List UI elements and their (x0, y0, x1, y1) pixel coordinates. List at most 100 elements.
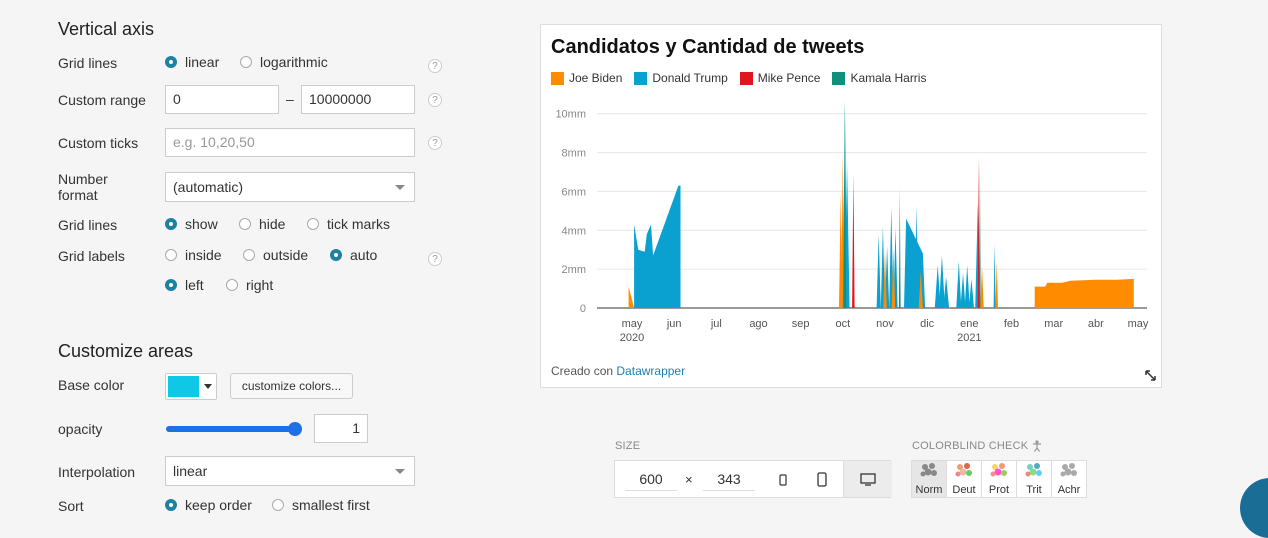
area-mike-pence (852, 173, 855, 308)
slider-track (166, 426, 296, 432)
radio-icon (165, 249, 177, 261)
x-tick-label: dic (920, 318, 935, 330)
sort-keep-order-radio[interactable]: keep order (165, 497, 252, 513)
colorblind-trit-button[interactable]: Trit (1017, 461, 1052, 497)
area-joe-biden (1034, 278, 1134, 308)
chevron-down-icon (395, 185, 405, 190)
radio-icon (272, 499, 284, 511)
area-donald-trump (964, 265, 970, 308)
help-icon[interactable]: ? (428, 252, 442, 266)
datawrapper-link[interactable]: Datawrapper (616, 364, 685, 378)
sort-label: Sort (58, 498, 84, 514)
radio-icon (240, 56, 252, 68)
x-tick-label: jun (666, 318, 682, 330)
grid-lines-display-label: Grid lines (58, 217, 118, 233)
y-tick-label: 4mm (562, 225, 586, 237)
colorblind-check-title: COLORBLIND CHECK (912, 440, 1042, 452)
colorblind-prot-button[interactable]: Prot (982, 461, 1017, 497)
custom-range-label: Custom range (58, 92, 146, 108)
x-tick-label: abr (1088, 318, 1104, 330)
opacity-slider[interactable] (166, 422, 302, 436)
grid-labels-left-radio[interactable]: left (165, 277, 204, 293)
x-tick-label: may (1128, 318, 1149, 330)
grid-lines-label: Grid lines (58, 55, 118, 71)
phone-small-icon[interactable] (779, 474, 787, 486)
desktop-icon (860, 473, 876, 486)
chart-preview: Candidatos y Cantidad de tweets Joe Bide… (540, 24, 1162, 388)
opacity-input[interactable]: 1 (314, 414, 368, 443)
custom-ticks-input[interactable]: e.g. 10,20,50 (165, 128, 415, 157)
radio-icon (226, 279, 238, 291)
opacity-label: opacity (58, 421, 103, 437)
radio-icon (307, 218, 319, 230)
area-joe-biden (980, 265, 984, 308)
area-donald-trump (968, 278, 974, 308)
grid-labels-outside-radio[interactable]: outside (243, 247, 308, 263)
radio-icon (239, 218, 251, 230)
x-tick-label: feb (1004, 318, 1019, 330)
area-donald-trump (943, 276, 950, 308)
x-tick-label: sep (792, 318, 810, 330)
size-title: SIZE (615, 440, 641, 452)
area-joe-biden (995, 261, 998, 308)
range-min-input[interactable]: 0 (165, 85, 279, 114)
radio-selected-icon (165, 56, 177, 68)
x-tick-label: ago (749, 318, 767, 330)
area-donald-trump (993, 243, 996, 308)
grid-lines-tickmarks-radio[interactable]: tick marks (307, 216, 390, 232)
colorblind-norm-button[interactable]: Norm (912, 461, 947, 497)
area-chart: 0 2mm 4mm 6mm 8mm 10mm may jun jul ago sep oct nov di… (555, 100, 1149, 344)
area-kamala-harris (898, 187, 901, 308)
grid-labels-right-radio[interactable]: right (226, 277, 273, 293)
radio-selected-icon (165, 218, 177, 230)
grid-lines-hide-radio[interactable]: hide (239, 216, 285, 232)
y-tick-label: 0 (580, 303, 586, 315)
slider-handle[interactable] (288, 422, 302, 436)
grid-lines-linear-radio[interactable]: linear (165, 54, 219, 70)
number-format-select[interactable]: (automatic) (165, 172, 415, 202)
y-tick-label: 10mm (555, 109, 586, 121)
help-chat-button[interactable] (1240, 478, 1268, 538)
height-input[interactable]: 343 (703, 471, 755, 491)
radio-selected-icon (165, 499, 177, 511)
help-icon[interactable]: ? (428, 59, 442, 73)
grid-labels-auto-radio[interactable]: auto (330, 247, 377, 263)
x-year-label: 2021 (957, 332, 981, 344)
base-color-picker[interactable] (165, 373, 217, 400)
width-input[interactable]: 600 (625, 471, 677, 491)
interpolation-select[interactable]: linear (165, 456, 415, 486)
sort-smallest-first-radio[interactable]: smallest first (272, 497, 370, 513)
times-sign: × (685, 472, 693, 487)
help-icon[interactable]: ? (428, 136, 442, 150)
number-format-label: Number format (58, 171, 108, 203)
grid-lines-show-radio[interactable]: show (165, 216, 218, 232)
range-max-input[interactable]: 10000000 (301, 85, 415, 114)
area-joe-biden (628, 286, 635, 308)
radio-selected-icon (330, 249, 342, 261)
accessibility-icon (1033, 440, 1042, 452)
dots-trit-icon (1025, 463, 1042, 477)
x-tick-label: oct (835, 318, 850, 330)
help-icon[interactable]: ? (428, 93, 442, 107)
range-separator: – (286, 91, 294, 107)
grid-labels-inside-radio[interactable]: inside (165, 247, 222, 263)
area-donald-trump (634, 185, 681, 308)
chevron-down-icon (204, 384, 212, 389)
interpolation-label: Interpolation (58, 464, 136, 480)
desktop-size-button[interactable] (843, 461, 892, 497)
colorblind-deut-button[interactable]: Deut (947, 461, 982, 497)
size-controls: 600 × 343 (614, 460, 892, 498)
chevron-down-icon (395, 469, 405, 474)
customize-colors-button[interactable]: customize colors... (230, 373, 353, 399)
chart-credit: Creado con Datawrapper (551, 364, 686, 378)
color-swatch (168, 376, 199, 397)
x-tick-label: jul (710, 318, 722, 330)
colorblind-achr-button[interactable]: Achr (1052, 461, 1086, 497)
area-donald-trump (960, 273, 966, 308)
y-tick-label: 2mm (562, 264, 586, 276)
resize-icon[interactable] (1145, 370, 1156, 381)
tablet-icon[interactable] (817, 472, 827, 487)
colorblind-options: Norm Deut Prot Trit Achr (911, 460, 1087, 498)
grid-lines-logarithmic-radio[interactable]: logarithmic (240, 54, 328, 70)
x-tick-label: mar (1044, 318, 1063, 330)
